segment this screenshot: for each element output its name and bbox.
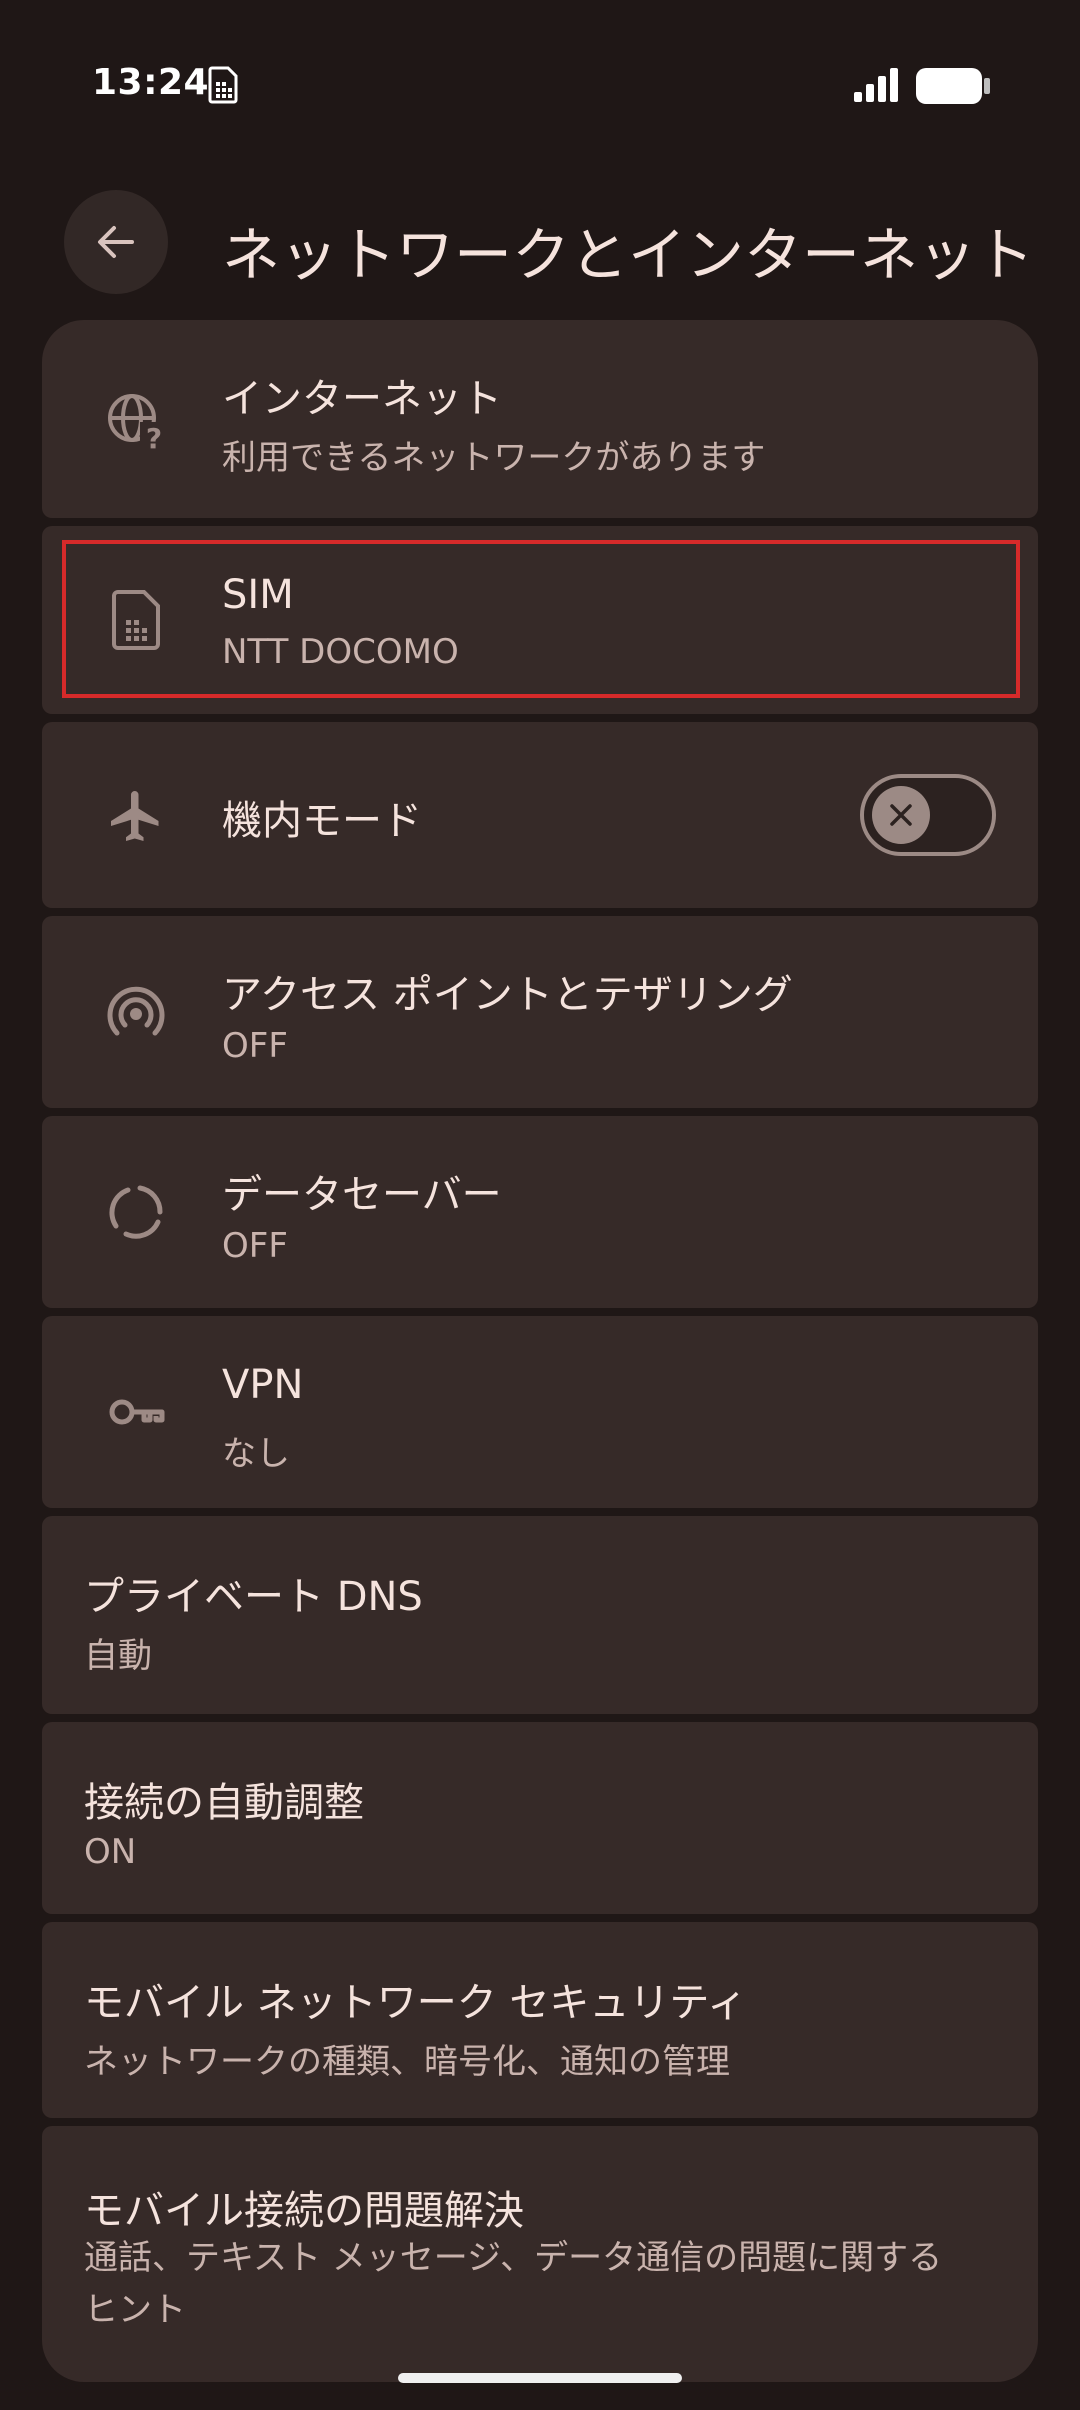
- list-item-airplane-mode[interactable]: 機内モード: [42, 722, 1038, 908]
- item-title: 機内モード: [222, 798, 422, 844]
- status-bar: 13:24: [0, 0, 1080, 170]
- item-title: プライベート DNS: [84, 1574, 423, 1620]
- home-indicator[interactable]: [398, 2373, 682, 2383]
- item-title: VPN: [222, 1362, 304, 1408]
- item-subtitle: 自動: [84, 1636, 152, 1676]
- hotspot-icon: [107, 986, 165, 1036]
- sim-card-icon: [112, 590, 160, 650]
- list-item-mobile-troubleshooting[interactable]: モバイル接続の問題解決 通話、テキスト メッセージ、データ通信の問題に関するヒン…: [42, 2126, 1038, 2382]
- item-subtitle: NTT DOCOMO: [222, 632, 459, 672]
- vpn-key-icon: [109, 1399, 165, 1425]
- item-subtitle: 利用できるネットワークがあります: [222, 438, 766, 478]
- item-title: 接続の自動調整: [84, 1780, 364, 1826]
- item-subtitle: 通話、テキスト メッセージ、データ通信の問題に関するヒント: [84, 2238, 943, 2330]
- list-item-mobile-network-security[interactable]: モバイル ネットワーク セキュリティ ネットワークの種類、暗号化、通知の管理: [42, 1922, 1038, 2118]
- item-title: モバイル接続の問題解決: [84, 2188, 524, 2234]
- item-title: アクセス ポイントとテザリング: [222, 972, 793, 1018]
- sim-status-icon: [208, 66, 238, 104]
- item-title: モバイル ネットワーク セキュリティ: [84, 1980, 748, 2026]
- close-icon: [890, 804, 912, 826]
- list-item-adaptive-connectivity[interactable]: 接続の自動調整 ON: [42, 1722, 1038, 1914]
- item-title: インターネット: [222, 376, 502, 422]
- list-item-private-dns[interactable]: プライベート DNS 自動: [42, 1516, 1038, 1714]
- signal-icon: [854, 68, 898, 102]
- airplane-icon: [111, 791, 159, 841]
- data-saver-icon: [109, 1185, 163, 1239]
- status-time: 13:24: [92, 62, 210, 103]
- top-app-bar: ネットワークとインターネット: [0, 190, 1080, 300]
- list-item-data-saver[interactable]: データセーバー OFF: [42, 1116, 1038, 1308]
- arrow-back-icon: [98, 226, 134, 258]
- item-title: SIM: [222, 572, 294, 618]
- page-title: ネットワークとインターネット: [222, 221, 1035, 289]
- list-item-hotspot-tethering[interactable]: アクセス ポイントとテザリング OFF: [42, 916, 1038, 1108]
- item-subtitle: ON: [84, 1832, 137, 1872]
- toggle-thumb: [872, 786, 930, 844]
- list-item-internet[interactable]: ? インターネット 利用できるネットワークがあります: [42, 320, 1038, 518]
- svg-text:?: ?: [146, 422, 162, 452]
- item-title: データセーバー: [222, 1172, 502, 1218]
- back-button[interactable]: [64, 190, 168, 294]
- list-item-sim[interactable]: SIM NTT DOCOMO: [42, 526, 1038, 714]
- item-subtitle: なし: [222, 1434, 290, 1474]
- globe-question-icon: ?: [108, 394, 168, 452]
- list-item-vpn[interactable]: VPN なし: [42, 1316, 1038, 1508]
- item-subtitle: OFF: [222, 1026, 288, 1066]
- battery-icon: [916, 68, 990, 104]
- item-subtitle: ネットワークの種類、暗号化、通知の管理: [84, 2042, 730, 2082]
- item-subtitle: OFF: [222, 1226, 288, 1266]
- airplane-mode-toggle[interactable]: [860, 774, 996, 856]
